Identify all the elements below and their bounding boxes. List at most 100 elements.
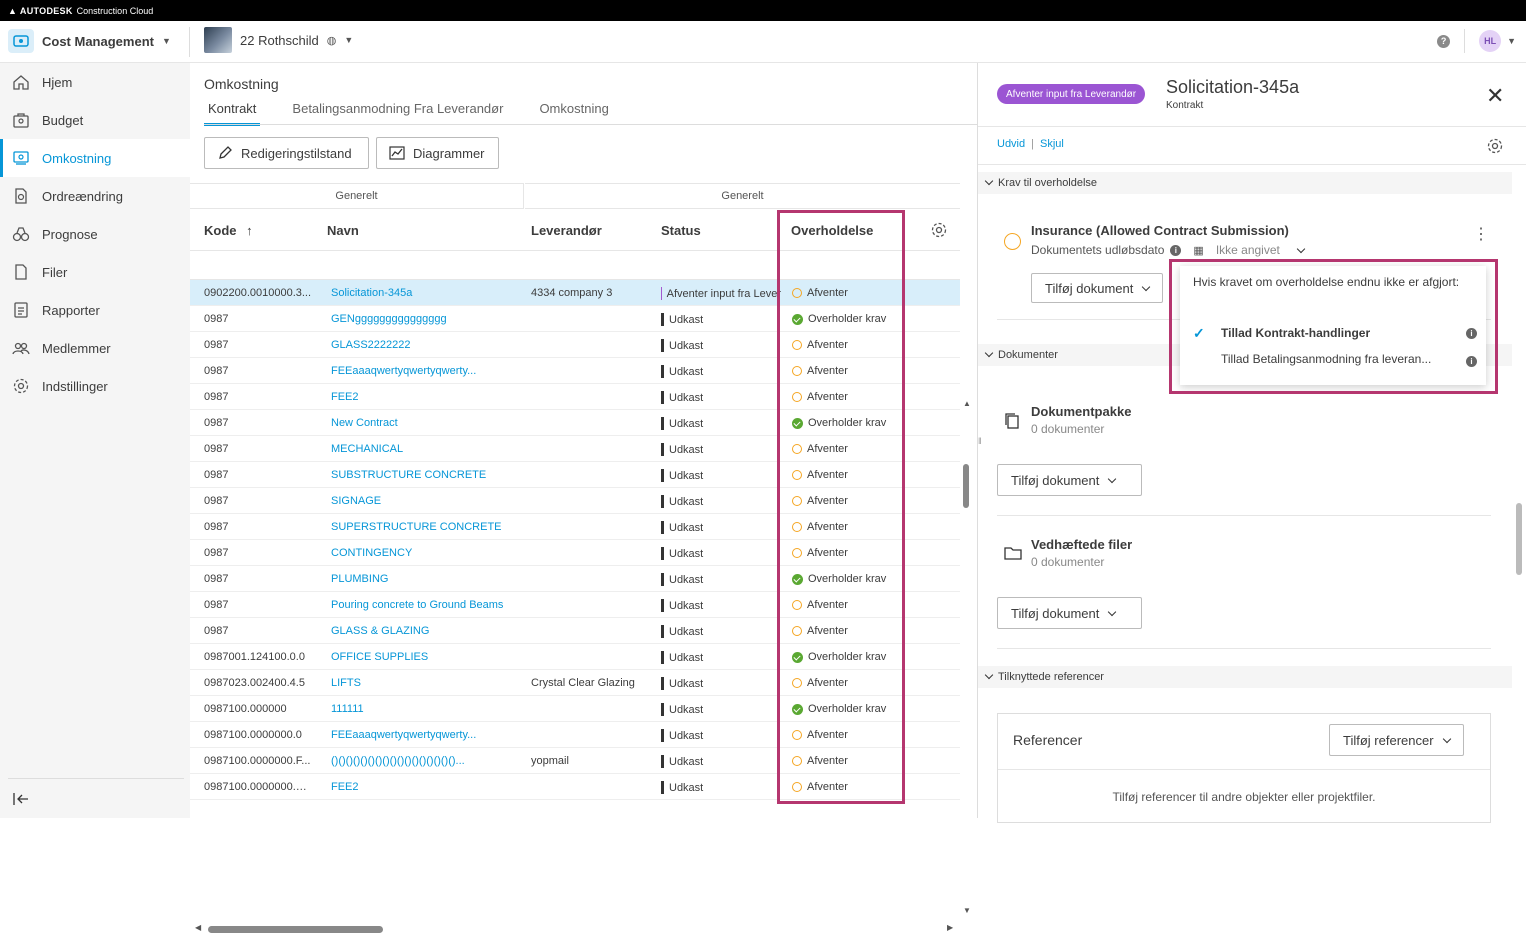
scroll-down-icon[interactable]: ▼ [963,906,971,915]
more-options-icon[interactable]: ⋮ [1473,227,1489,243]
contract-name-link[interactable]: ()()()()()()()()()()()()()()()()()... [331,755,516,767]
module-switcher[interactable]: Cost Management ▼ [8,29,171,53]
scroll-right-icon[interactable]: ▶ [947,923,953,932]
panel-resize-handle[interactable]: ‖ [978,436,982,446]
help-icon[interactable]: ? [1437,34,1451,48]
contract-name-link[interactable]: New Contract [331,417,516,429]
tab-payment-request[interactable]: Betalingsanmodning Fra Leverandør [288,99,507,126]
contract-name-link[interactable]: CONTINGENCY [331,547,516,559]
contract-name-link[interactable]: GENggggggggggggggg [331,313,516,325]
contract-name-link[interactable]: FEEaaaqwertyqwertyqwerty... [331,729,516,741]
column-header-supplier[interactable]: Leverandør [531,223,602,238]
contract-name-link[interactable]: SUPERSTRUCTURE CONCRETE [331,521,516,533]
contract-name-link[interactable]: LIFTS [331,677,516,689]
collapse-sidebar-button[interactable] [8,778,184,818]
section-references[interactable]: Tilknyttede referencer [978,666,1512,688]
cell-code: 0987100.0000000.F... [204,755,311,767]
avatar[interactable]: HL [1479,30,1502,52]
expand-link[interactable]: Udvid [997,138,1025,150]
report-icon [14,302,28,318]
expiry-label: Dokumentets udløbsdato [1031,243,1165,257]
compliance-highlight-box [777,210,905,804]
edit-mode-button[interactable]: Redigeringstilstand [204,137,369,169]
scroll-thumb[interactable] [208,926,383,933]
sidebar-item-files[interactable]: Filer [0,253,190,291]
sidebar-item-cost[interactable]: Omkostning [0,139,190,177]
column-header-status[interactable]: Status [661,223,701,238]
add-document-dropdown[interactable]: Tilføj dokument [997,597,1142,629]
contract-name-link[interactable]: SUBSTRUCTURE CONCRETE [331,469,516,481]
main-content: Omkostning Kontrakt Betalingsanmodning F… [190,63,977,933]
contract-name-link[interactable]: FEE2 [331,391,516,403]
add-document-dropdown[interactable]: Tilføj dokument [997,464,1142,496]
expiry-value[interactable]: Ikke angivet [1216,243,1280,257]
status-badge: Afventer input fra Leverandør [997,84,1146,104]
panel-settings-icon[interactable] [1486,137,1504,158]
charts-button[interactable]: Diagrammer [376,137,499,169]
column-header-code[interactable]: Kode ↑ [204,223,253,238]
status-label: Udkast [669,625,704,638]
sidebar-item-members[interactable]: Medlemmer [0,329,190,367]
sort-asc-icon: ↑ [246,223,253,238]
column-header-name[interactable]: Navn [327,223,359,238]
panel-scrollbar-thumb[interactable] [1516,503,1522,575]
cell-status: Udkast [661,495,781,508]
section-compliance[interactable]: Krav til overholdelse [978,172,1512,194]
status-label: Udkast [669,521,704,534]
contract-name-link[interactable]: SIGNAGE [331,495,516,507]
contract-name-link[interactable]: GLASS2222222 [331,339,516,351]
cell-status: Udkast [661,547,781,560]
contract-name-link[interactable]: OFFICE SUPPLIES [331,651,516,663]
hide-link[interactable]: Skjul [1040,138,1064,150]
project-switcher[interactable]: 22 Rothschild ◍ ▼ [204,27,353,53]
tab-bar: Kontrakt Betalingsanmodning Fra Leverand… [204,99,613,126]
add-document-label: Tilføj dokument [1045,280,1134,296]
cell-code: 0987 [204,547,229,559]
status-label: Udkast [669,599,704,612]
add-references-dropdown[interactable]: Tilføj referencer [1329,724,1464,756]
cell-code: 0987100.000000 [204,703,287,715]
project-thumbnail [204,27,232,53]
contract-name-link[interactable]: MECHANICAL [331,443,516,455]
scroll-up-icon[interactable]: ▲ [963,399,971,408]
contract-name-link[interactable]: Pouring concrete to Ground Beams [331,599,516,611]
add-document-dropdown[interactable]: Tilføj dokument [1031,273,1164,303]
panel-title: Solicitation-345a [1166,77,1300,97]
contract-name-link[interactable]: PLUMBING [331,573,516,585]
table-horizontal-scrollbar[interactable]: ◀ ▶ [195,923,960,935]
contract-name-link[interactable]: GLASS & GLAZING [331,625,516,637]
contract-name-link[interactable]: Solicitation-345a [331,287,516,299]
cell-code: 0987 [204,495,229,507]
scroll-thumb[interactable] [963,464,969,508]
contract-name-link[interactable]: FEE2 [331,781,516,793]
caret-down-icon: ▼ [344,35,354,45]
scroll-left-icon[interactable]: ◀ [195,923,201,932]
sidebar-item-change-order[interactable]: Ordreændring [0,177,190,215]
table-vertical-scrollbar[interactable]: ▲ ▼ [960,399,972,920]
charts-label: Diagrammer [413,145,485,161]
close-icon[interactable]: ✕ [1486,85,1504,107]
sidebar-item-home[interactable]: Hjem [0,63,190,101]
info-icon[interactable]: i [1170,244,1182,256]
cell-status: Udkast [661,313,781,326]
header-divider-right [1464,29,1466,53]
sidebar-item-reports[interactable]: Rapporter [0,291,190,329]
sidebar-item-label: Hjem [42,74,73,90]
cell-status: Udkast [661,443,781,456]
contract-name-link[interactable]: 111111 [331,703,516,715]
sidebar-item-forecast[interactable]: Prognose [0,215,190,253]
contract-name-link[interactable]: FEEaaaqwertyqwertyqwerty... [331,365,516,377]
tab-contract[interactable]: Kontrakt [204,99,261,126]
sidebar-item-settings[interactable]: Indstillinger [0,367,190,405]
forecast-icon [12,227,30,242]
cell-status: Udkast [661,729,781,742]
column-settings-icon[interactable] [930,221,948,242]
caret-down-icon[interactable]: ▼ [1507,36,1516,46]
cell-code: 0987 [204,417,229,429]
sidebar-item-budget[interactable]: Budget [0,101,190,139]
chevron-down-icon[interactable] [1296,244,1306,253]
tab-cost[interactable]: Omkostning [535,99,612,126]
cell-code: 0987100.0000000.G... [204,781,312,793]
cell-code: 0987 [204,625,229,637]
expiry-row: Dokumentets udløbsdato i ▦ Ikke angivet [1031,243,1306,257]
